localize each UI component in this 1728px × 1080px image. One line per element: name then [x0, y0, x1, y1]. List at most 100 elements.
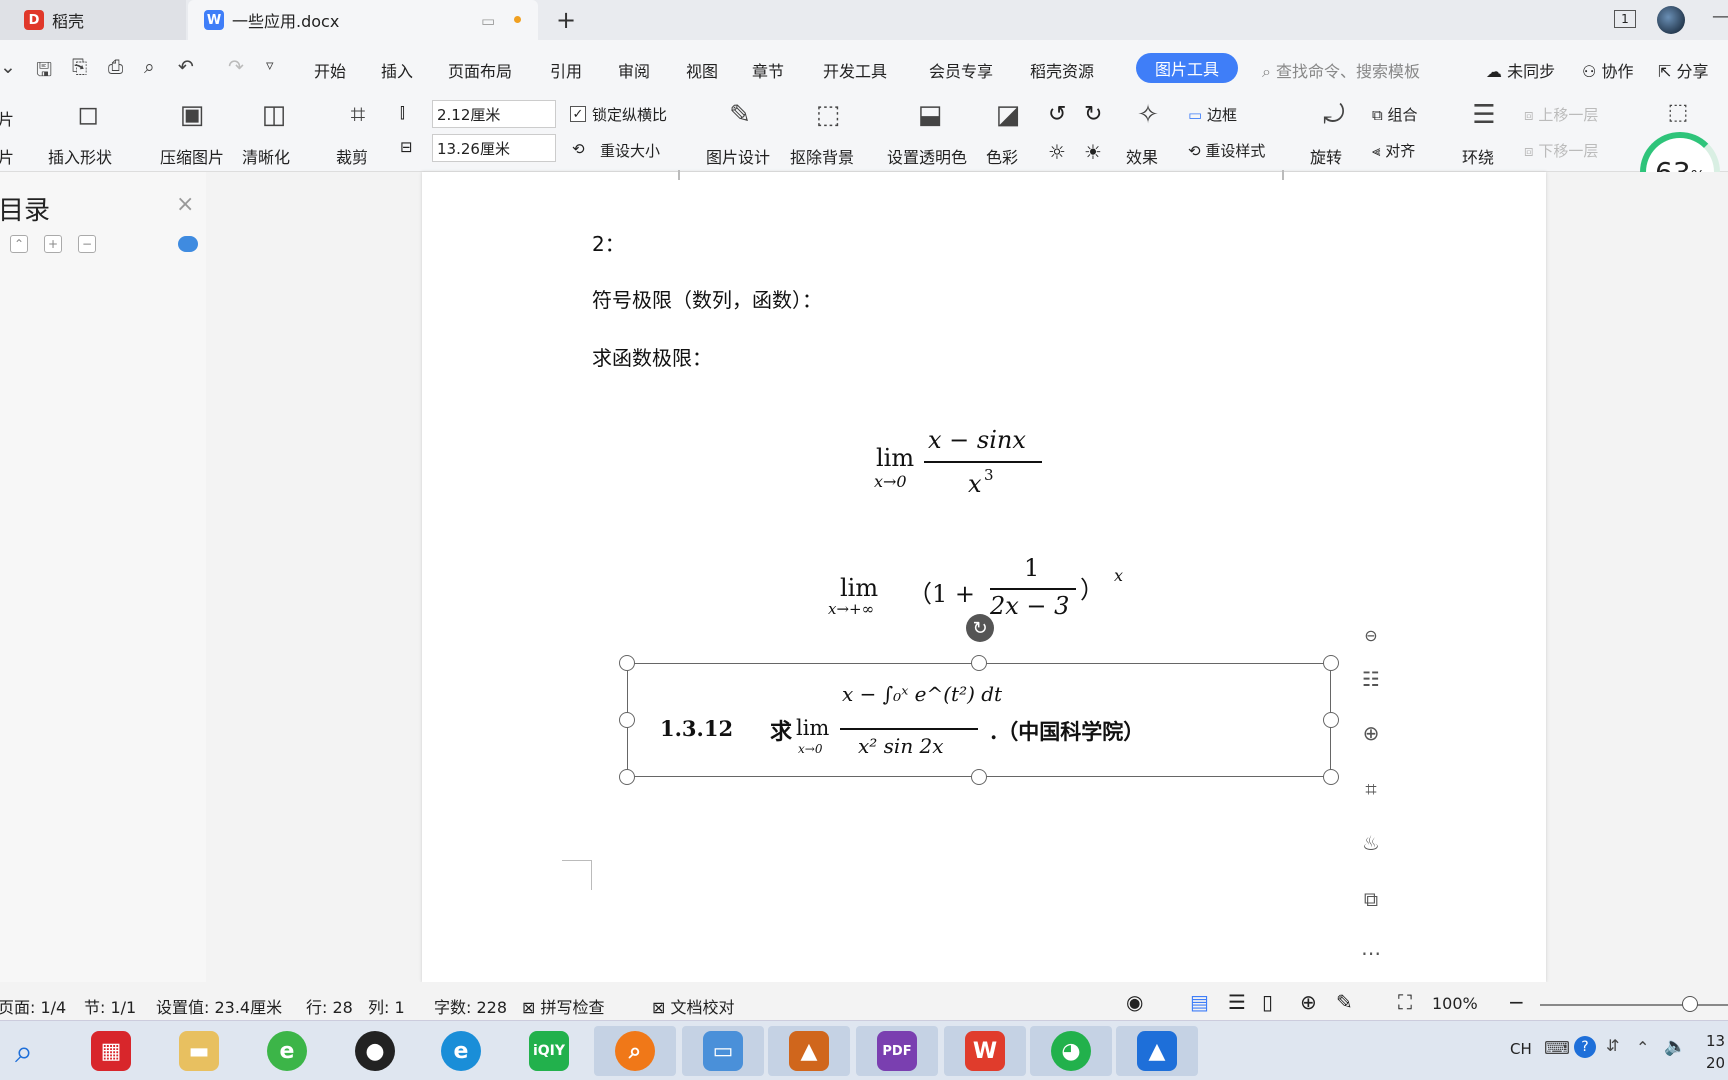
resize-handle-w[interactable] — [619, 712, 635, 728]
menu-view[interactable]: 视图 — [686, 58, 718, 82]
height-input[interactable]: 13.26厘米 — [432, 134, 556, 162]
layout-options-icon[interactable]: ☷ — [1354, 662, 1388, 696]
pic-design-button[interactable]: 图片设计 — [706, 144, 770, 168]
menu-references[interactable]: 引用 — [550, 58, 582, 82]
clock-time[interactable]: 13 — [1706, 1032, 1725, 1050]
status-setting[interactable]: 设置值: 23.4厘米 — [156, 994, 282, 1018]
remove-heading-icon[interactable]: − — [78, 235, 96, 253]
rotate-button[interactable]: 旋转 — [1310, 144, 1342, 168]
ribbon-partial-top[interactable]: 片 — [0, 106, 14, 130]
bring-forward-button[interactable]: ⧈ 上移一层 — [1524, 104, 1598, 125]
resize-handle-ne[interactable] — [1323, 655, 1339, 671]
remove-bg-button[interactable]: 抠除背景 — [790, 144, 854, 168]
effects-button[interactable]: 效果 — [1126, 144, 1158, 168]
tray-expand-icon[interactable]: ⌃ — [1636, 1038, 1649, 1057]
tray-icon[interactable]: ⇵ — [1606, 1036, 1619, 1055]
reading-view-icon[interactable]: ▯ — [1262, 990, 1273, 1014]
status-page[interactable]: 页面: 1/4 — [0, 994, 66, 1018]
taskbar-app-iqiyi[interactable]: iQIY — [508, 1026, 590, 1076]
share-button[interactable]: ⇱ 分享 — [1658, 58, 1709, 82]
eye-protect-icon[interactable]: ◉ — [1126, 990, 1143, 1014]
wrap-button[interactable]: 环绕 — [1462, 144, 1494, 168]
spellcheck-button[interactable]: ⊠ 拼写检查 — [522, 994, 605, 1018]
taskbar-app-qq[interactable]: ● — [334, 1026, 416, 1076]
doc-line-2[interactable]: 2： — [592, 228, 625, 257]
smart-toc-icon[interactable] — [178, 236, 198, 252]
outline-view-icon[interactable]: ☰ — [1228, 990, 1246, 1014]
web-view-icon[interactable]: ⊕ — [1300, 990, 1317, 1014]
zoom-slider[interactable] — [1540, 996, 1728, 1012]
resize-handle-nw[interactable] — [619, 655, 635, 671]
compress-button[interactable]: 压缩图片 — [160, 144, 224, 168]
reset-style-button[interactable]: ⟲ 重设样式 — [1188, 140, 1265, 161]
add-heading-icon[interactable]: + — [44, 235, 62, 253]
align-button[interactable]: ⫷ 对齐 — [1372, 140, 1415, 161]
zoom-select[interactable]: 100% — [1432, 994, 1478, 1013]
zoom-in-icon[interactable]: ⊕ — [1354, 716, 1388, 750]
menu-insert[interactable]: 插入 — [381, 58, 413, 82]
taskbar-app-pdf[interactable]: PDF — [856, 1026, 938, 1076]
menu-home[interactable]: 开始 — [314, 58, 346, 82]
taskbar-app-wechat[interactable]: ◕ — [1030, 1026, 1112, 1076]
monitor-icon[interactable]: ▭ — [481, 12, 495, 30]
zoom-out-icon[interactable]: − — [1508, 990, 1525, 1014]
menu-chapter[interactable]: 章节 — [752, 58, 784, 82]
ribbon-partial-bottom[interactable]: 片 — [0, 144, 14, 168]
collapse-icon[interactable]: ⌃ — [10, 235, 28, 253]
taskbar-app-ie[interactable]: e — [246, 1026, 328, 1076]
menu-member[interactable]: 会员专享 — [929, 58, 993, 82]
doc-line-symbolic[interactable]: 符号极限（数列，函数）： — [592, 284, 822, 313]
more-icon[interactable]: ⋯ — [1354, 936, 1388, 970]
collapse-tools-icon[interactable]: ⊖ — [1354, 618, 1388, 652]
rotate-right-icon[interactable]: ↻ — [1084, 102, 1102, 127]
save-icon[interactable]: 🖫 — [36, 56, 52, 88]
group-button[interactable]: ⧉ 组合 — [1372, 104, 1418, 125]
taskbar-app-explorer[interactable]: ▬ — [158, 1026, 240, 1076]
crop-tool-icon[interactable]: ⌗ — [1354, 772, 1388, 806]
taskbar-app-messenger[interactable]: ▦ — [70, 1026, 152, 1076]
clock-date[interactable]: 20 — [1706, 1054, 1725, 1072]
resize-handle-n[interactable] — [971, 655, 987, 671]
resize-handle-sw[interactable] — [619, 769, 635, 785]
select-pane-icon[interactable]: ⬚ — [1660, 100, 1696, 125]
status-row[interactable]: 行: 28 — [306, 994, 353, 1018]
taskbar-app-matlab[interactable]: ▲ — [768, 1026, 850, 1076]
doc-line-find[interactable]: 求函数极限： — [592, 342, 712, 371]
taskbar-app-wps[interactable]: W — [944, 1026, 1026, 1076]
proofread-button[interactable]: ⊠ 文档校对 — [652, 994, 735, 1018]
menu-layout[interactable]: 页面布局 — [448, 58, 512, 82]
print-preview-icon[interactable]: ⌕ — [144, 56, 155, 78]
transparent-button[interactable]: 设置透明色 — [887, 144, 967, 168]
rotate-handle-icon[interactable]: ↻ — [966, 614, 994, 642]
idea-bulb-icon[interactable]: ♨ — [1354, 826, 1388, 860]
status-col[interactable]: 列: 1 — [368, 994, 405, 1018]
sharpen-button[interactable]: 清晰化 — [242, 144, 290, 168]
collab-button[interactable]: ⚇ 协作 — [1582, 58, 1633, 82]
send-backward-button[interactable]: ⧈ 下移一层 — [1524, 140, 1598, 161]
border-button[interactable]: ▭ 边框 — [1188, 104, 1237, 125]
page-view-icon[interactable]: ▤ — [1190, 990, 1209, 1014]
crop-button[interactable]: 裁剪 — [336, 144, 368, 168]
tab-picture-tools[interactable]: 图片工具 — [1136, 53, 1238, 83]
input-language[interactable]: CH — [1510, 1040, 1532, 1058]
redo-icon[interactable]: ↷ — [228, 56, 244, 78]
user-avatar[interactable] — [1657, 6, 1685, 34]
print-icon[interactable]: ⎙ — [108, 56, 123, 78]
status-words[interactable]: 字数: 228 — [434, 994, 507, 1018]
search-taskbar-icon[interactable]: ⌕ — [0, 1026, 48, 1076]
taskbar-app-remote[interactable]: ▭ — [682, 1026, 764, 1076]
menu-review[interactable]: 审阅 — [618, 58, 650, 82]
width-input[interactable]: 2.12厘米 — [432, 100, 556, 128]
zoom-slider-knob[interactable] — [1682, 996, 1699, 1012]
insert-shape-button[interactable]: 插入形状 — [48, 144, 112, 168]
new-tab-button[interactable]: + — [556, 6, 576, 34]
taskbar-app-search-tool[interactable]: ⌕ — [594, 1026, 676, 1076]
close-icon[interactable]: × — [176, 192, 194, 217]
taskbar-app-edge[interactable]: e — [420, 1026, 502, 1076]
fit-page-icon[interactable]: ⛶ — [1398, 990, 1412, 1014]
menu-developer[interactable]: 开发工具 — [823, 58, 887, 82]
taskbar-app-meeting[interactable]: ▲ — [1116, 1026, 1198, 1076]
reset-size-button[interactable]: 重设大小 — [600, 140, 660, 161]
sync-button[interactable]: ☁ 未同步 — [1486, 58, 1555, 82]
image-to-text-icon[interactable]: ⧉ — [1354, 882, 1388, 916]
